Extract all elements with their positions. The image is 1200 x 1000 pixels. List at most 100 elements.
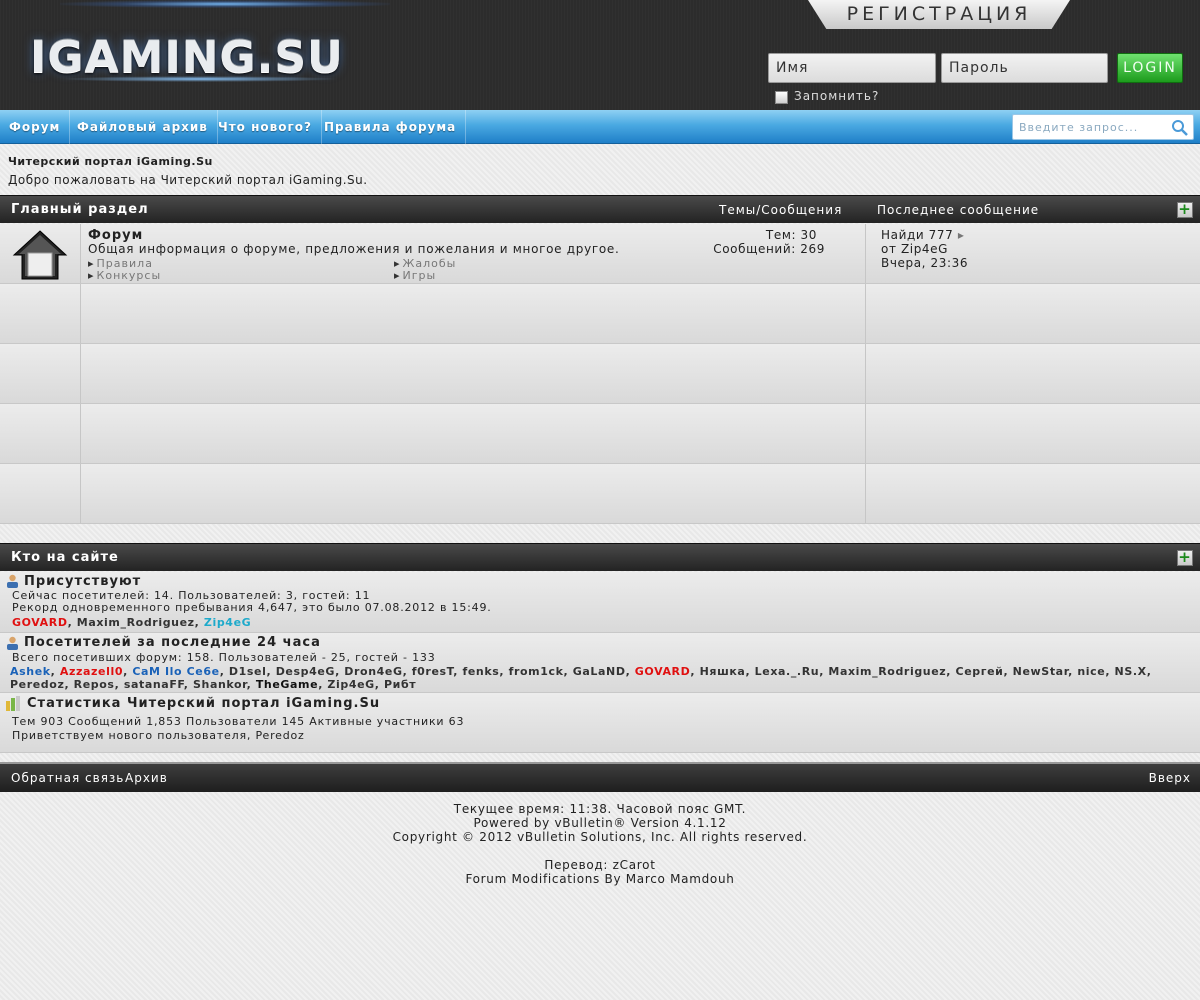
last-post-title-text[interactable]: Найди 777 [881,228,953,242]
forum-post-count: Сообщений: 269 [713,242,825,256]
remember-label: Запомнить? [794,89,880,103]
nav-forum-rules[interactable]: Правила форума [315,110,467,144]
forum-thread-count: Тем: 30 [765,228,817,242]
user-link[interactable]: Peredoz [10,678,64,691]
user-icon [7,636,18,650]
forum-name-link[interactable]: Форум [88,228,143,243]
last-post-author[interactable]: от Zip4eG [881,242,948,256]
main-section-title[interactable]: Главный раздел [11,196,149,224]
user-link[interactable]: satanaFF [124,678,184,691]
separator: , [50,665,60,678]
portal-welcome: Добро пожаловать на Читерский портал iGa… [8,173,368,187]
user-link[interactable]: Maxim_Rodriguez [828,665,946,678]
go-to-post-icon[interactable]: ▸ [958,228,965,242]
user-link[interactable]: Shankor [193,678,247,691]
user-link[interactable]: Azzazell0 [60,665,123,678]
user-link[interactable]: Рибт [384,678,416,691]
mods-credit: Forum Modifications By Marco Mamdouh [465,872,735,886]
separator: , [1003,665,1013,678]
whos-online-title[interactable]: Кто на сайте [11,544,119,572]
powered-by: Powered by vBulletin® Version 4.1.12 [473,816,727,830]
username-field[interactable]: Имя [768,53,936,83]
user-link[interactable]: nice [1077,665,1105,678]
subforum-games[interactable]: Игры [394,269,436,282]
forum-description: Общая информация о форуме, предложения и… [88,242,620,256]
separator: , [114,678,124,691]
separator: , [67,616,77,629]
separator: , [374,678,384,691]
collapse-online-button[interactable]: + [1177,550,1193,566]
separator: , [946,665,956,678]
user-link[interactable]: fenks [462,665,499,678]
login-button[interactable]: LOGIN [1117,53,1183,83]
footer-top-link[interactable]: Вверх [1149,764,1191,792]
last-post-title[interactable]: Найди 777 ▸ [881,228,964,242]
col-threads-posts: Темы/Сообщения [719,203,843,217]
user-link[interactable]: Ashek [10,665,51,678]
collapse-main-button[interactable]: + [1177,202,1193,218]
house-icon[interactable] [12,229,68,281]
register-button[interactable]: РЕГИСТРАЦИЯ [808,0,1070,29]
day-heading: Посетителей за последние 24 часа [24,635,321,650]
newest-member: Приветствуем нового пользователя, Peredo… [12,729,305,742]
separator: , [266,665,276,678]
user-link[interactable]: Lexa._.Ru [755,665,820,678]
separator: , [1146,665,1152,678]
separator: , [219,665,229,678]
empty-row [0,344,1200,404]
user-link[interactable]: Desp4eG [276,665,335,678]
last-post-time: Вчера, 23:36 [881,256,969,270]
user-link[interactable]: NewStar [1013,665,1068,678]
header-glow [60,0,390,8]
present-user-list: GOVARD, Maxim_Rodriguez, Zip4eG [12,616,251,629]
footer-feedback-link[interactable]: Обратная связь [11,764,124,792]
user-link[interactable]: NS.X [1115,665,1147,678]
separator: , [194,616,204,629]
separator: , [1068,665,1078,678]
day-user-list: Ashek, Azzazell0, CaM Ilo Ce6e, D1sel, D… [10,665,1190,691]
day-stats: Всего посетивших форум: 158. Пользовател… [12,651,436,664]
user-link[interactable]: from1ck [509,665,564,678]
stats-heading: Статистика Читерский портал iGaming.Su [27,696,381,711]
remember-checkbox[interactable] [775,91,788,104]
footer-archive-link[interactable]: Архив [125,764,168,792]
user-link[interactable]: Zip4eG [204,616,251,629]
search-input[interactable]: Введите запрос... [1019,115,1138,141]
user-link[interactable]: Сергей [956,665,1004,678]
empty-row [0,284,1200,344]
search-box[interactable]: Введите запрос... [1012,114,1194,140]
nav-file-archive[interactable]: Файловый архив [68,110,218,144]
separator: , [625,665,635,678]
separator: , [563,665,573,678]
user-link[interactable]: GOVARD [12,616,68,629]
nav-forum[interactable]: Форум [0,110,71,144]
copyright-text: Copyright © 2012 vBulletin Solutions, In… [392,830,808,844]
forum-icon-cell [0,224,81,283]
password-field[interactable]: Пароль [941,53,1108,83]
portal-title: Читерский портал iGaming.Su [8,155,213,168]
separator: , [402,665,412,678]
whos-online-header: Кто на сайте + [0,543,1200,571]
footer-bar: Обратная связь Архив Вверх [0,762,1200,792]
separator: , [335,665,345,678]
user-link[interactable]: CaM Ilo Ce6e [132,665,219,678]
user-link[interactable]: Maxim_Rodriguez [77,616,195,629]
user-link[interactable]: Няшка [700,665,746,678]
user-link[interactable]: GaLaND [573,665,626,678]
present-record: Рекорд одновременного пребывания 4,647, … [12,601,492,614]
nav-whats-new[interactable]: Что нового? [209,110,322,144]
separator: , [64,678,74,691]
user-link[interactable]: GOVARD [635,665,691,678]
user-link[interactable]: D1sel [229,665,267,678]
user-link[interactable]: Zip4eG [327,678,374,691]
empty-row [0,464,1200,524]
user-link[interactable]: f0resT [412,665,453,678]
site-header: IGAMING.SU РЕГИСТРАЦИЯ Имя Пароль LOGIN … [0,0,1200,110]
user-link[interactable]: Repos [74,678,115,691]
present-heading: Присутствуют [24,574,142,589]
user-link[interactable]: Dron4eG [344,665,402,678]
subforum-contests[interactable]: Конкурсы [88,269,161,282]
search-icon[interactable] [1171,119,1189,137]
user-link[interactable]: TheGame [256,678,318,691]
